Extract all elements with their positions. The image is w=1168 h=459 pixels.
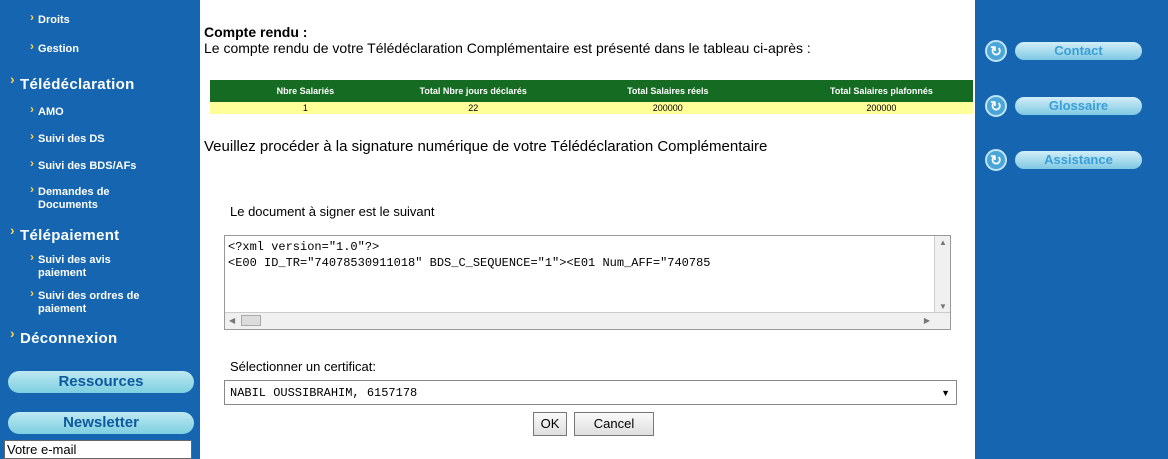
sidebar-item-telepaiement[interactable]: Télépaiement — [10, 222, 119, 244]
ressources-button[interactable]: Ressources — [8, 371, 194, 393]
table-cell: 200000 — [789, 102, 973, 114]
glossaire-label: Glossaire — [1015, 97, 1142, 115]
scroll-down-icon[interactable]: ▼ — [939, 302, 947, 311]
refresh-icon: ↻ — [985, 40, 1007, 62]
sidebar-item-demandes-documents[interactable]: Demandes de Documents — [30, 183, 148, 212]
certificate-value: NABIL OUSSIBRAHIM, 6157178 — [230, 386, 418, 400]
table-cell: 22 — [400, 102, 546, 114]
scroll-thumb[interactable] — [241, 315, 261, 326]
right-sidebar: ↻ Contact ↻ Glossaire ↻ Assistance — [975, 0, 1168, 459]
document-line: <E00 ID_TR="74078530911018" BDS_C_SEQUEN… — [228, 256, 711, 270]
table-header: Total Salaires réels — [545, 80, 790, 102]
document-textarea[interactable]: <?xml version="1.0"?> <E00 ID_TR="740785… — [224, 235, 951, 330]
chevron-down-icon[interactable]: ▼ — [941, 388, 950, 398]
table-cell: 200000 — [545, 102, 790, 114]
table-header: Total Salaires plafonnés — [789, 80, 973, 102]
sidebar-item-droits[interactable]: Droits — [30, 11, 70, 27]
vertical-scrollbar[interactable]: ▲ ▼ — [934, 236, 950, 313]
contact-label: Contact — [1015, 42, 1142, 60]
glossaire-button[interactable]: ↻ Glossaire — [985, 95, 1145, 117]
scroll-up-icon[interactable]: ▲ — [939, 238, 947, 247]
horizontal-scrollbar[interactable]: ◀ ▶ — [225, 312, 950, 329]
refresh-icon: ↻ — [985, 95, 1007, 117]
contact-button[interactable]: ↻ Contact — [985, 40, 1145, 62]
table-row: 1 22 200000 200000 — [210, 102, 973, 114]
report-description: Le compte rendu de votre Télédéclaration… — [204, 40, 811, 56]
newsletter-button[interactable]: Newsletter — [8, 412, 194, 434]
main-content: Compte rendu : Le compte rendu de votre … — [200, 0, 975, 459]
table-header: Total Nbre jours déclarés — [400, 80, 546, 102]
sidebar-item-amo[interactable]: AMO — [30, 103, 64, 119]
sidebar-item-deconnexion[interactable]: Déconnexion — [10, 325, 117, 347]
report-table: Nbre Salariés Total Nbre jours déclarés … — [210, 80, 973, 114]
assistance-button[interactable]: ↻ Assistance — [985, 149, 1145, 171]
sidebar-item-suivi-ds[interactable]: Suivi des DS — [30, 130, 105, 146]
scroll-left-icon[interactable]: ◀ — [229, 316, 235, 325]
ok-button[interactable]: OK — [533, 412, 567, 436]
assistance-label: Assistance — [1015, 151, 1142, 169]
certificate-label: Sélectionner un certificat: — [230, 359, 376, 374]
sidebar-item-gestion[interactable]: Gestion — [30, 40, 79, 56]
newsletter-email-input[interactable]: Votre e-mail — [4, 440, 192, 459]
sidebar-item-suivi-avis[interactable]: Suivi des avis paiement — [30, 251, 148, 280]
sidebar-item-teledeclaration[interactable]: Télédéclaration — [10, 71, 135, 93]
left-sidebar: Droits Gestion Télédéclaration AMO Suivi… — [0, 0, 200, 459]
table-header: Nbre Salariés — [210, 80, 401, 102]
signature-prompt: Veuillez procéder à la signature numériq… — [204, 138, 768, 155]
page-title: Compte rendu : — [204, 24, 308, 40]
refresh-icon: ↻ — [985, 149, 1007, 171]
sidebar-item-suivi-bds[interactable]: Suivi des BDS/AFs — [30, 157, 136, 173]
document-line: <?xml version="1.0"?> — [228, 240, 380, 254]
scroll-right-icon[interactable]: ▶ — [924, 316, 930, 325]
document-label: Le document à signer est le suivant — [230, 204, 435, 219]
sidebar-item-suivi-ordres[interactable]: Suivi des ordres de paiement — [30, 287, 168, 316]
certificate-select[interactable]: NABIL OUSSIBRAHIM, 6157178 ▼ — [224, 380, 957, 405]
cancel-button[interactable]: Cancel — [574, 412, 654, 436]
table-cell: 1 — [210, 102, 401, 114]
